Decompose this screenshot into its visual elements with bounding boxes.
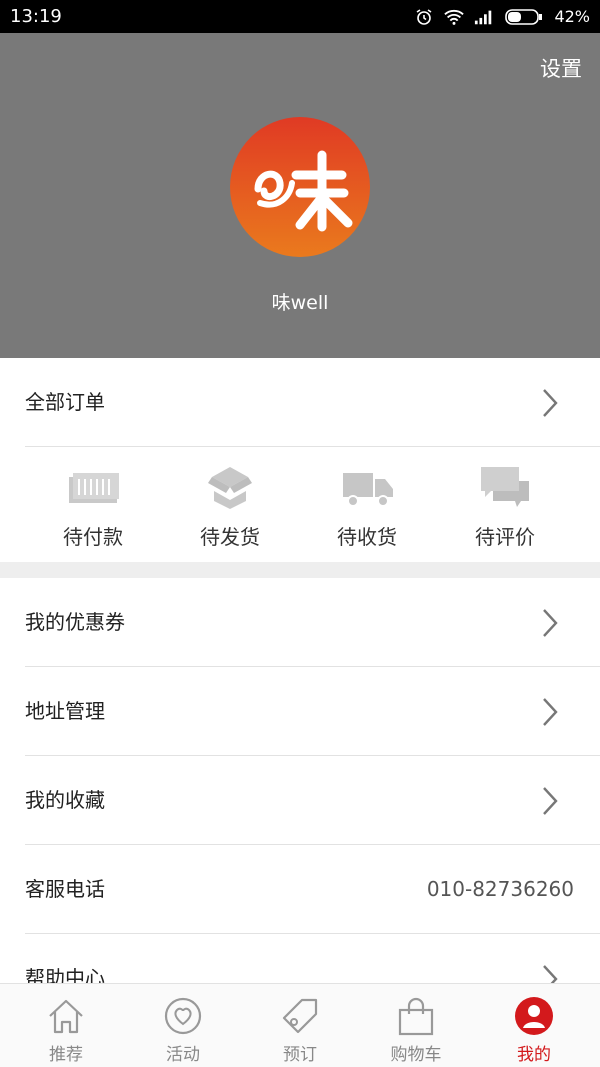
shopping-bag-icon (398, 997, 434, 1036)
tab-label: 购物车 (390, 1045, 442, 1065)
order-status-label: 待评价 (475, 525, 535, 549)
tab-recommend[interactable]: 推荐 (6, 984, 126, 1067)
wei-logo-icon (254, 150, 353, 232)
tab-activity[interactable]: 活动 (123, 984, 243, 1067)
tab-mine[interactable]: 我的 (474, 984, 594, 1067)
order-status-label: 待收货 (337, 525, 397, 549)
order-status-strip: 待付款 待发货 待收货 待评价 (0, 447, 600, 562)
chat-bubbles-icon (481, 467, 529, 507)
tab-label: 预订 (283, 1045, 317, 1065)
all-orders-label: 全部订单 (25, 390, 105, 414)
heart-icon (164, 997, 202, 1035)
signal-icon (474, 7, 494, 27)
tab-booking[interactable]: 预订 (240, 984, 360, 1067)
favorites-row[interactable]: 我的收藏 (0, 756, 600, 845)
favorites-label: 我的收藏 (25, 788, 105, 812)
order-status-label: 待发货 (200, 525, 260, 549)
user-icon (515, 997, 553, 1035)
profile-header: 设置 味well (0, 33, 600, 358)
section-gap (0, 562, 600, 578)
all-orders-row[interactable]: 全部订单 (0, 358, 600, 447)
battery-percent: 42% (554, 7, 590, 26)
tab-cart[interactable]: 购物车 (356, 984, 476, 1067)
chevron-right-icon (543, 389, 558, 417)
truck-icon (343, 473, 393, 507)
tab-label: 活动 (166, 1045, 200, 1065)
tag-icon (282, 998, 318, 1034)
home-icon (49, 999, 83, 1034)
chevron-right-icon (543, 787, 558, 815)
chevron-right-icon (543, 698, 558, 726)
order-status-pending-receipt[interactable]: 待收货 (297, 447, 437, 562)
tab-label: 我的 (517, 1045, 551, 1065)
chevron-right-icon (543, 609, 558, 637)
address-label: 地址管理 (25, 699, 105, 723)
bottom-tab-bar: 推荐 活动 预订 购物车 我的 (0, 983, 600, 1067)
alarm-icon (414, 7, 434, 27)
status-bar: 13:19 42% (0, 0, 600, 33)
address-row[interactable]: 地址管理 (0, 667, 600, 756)
package-icon (208, 467, 252, 509)
order-status-pending-shipment[interactable]: 待发货 (160, 447, 300, 562)
avatar[interactable] (230, 117, 370, 257)
customer-service-row[interactable]: 客服电话 010-82736260 (0, 845, 600, 934)
order-status-label: 待付款 (63, 525, 123, 549)
battery-icon (504, 7, 544, 27)
status-icons: 42% (414, 7, 590, 27)
customer-service-label: 客服电话 (25, 877, 105, 901)
coupons-row[interactable]: 我的优惠券 (0, 578, 600, 667)
banknote-icon (69, 473, 119, 503)
wifi-icon (444, 7, 465, 27)
order-status-pending-review[interactable]: 待评价 (435, 447, 575, 562)
settings-button[interactable]: 设置 (540, 53, 582, 83)
username: 味well (271, 292, 329, 314)
order-status-pending-payment[interactable]: 待付款 (23, 447, 163, 562)
coupons-label: 我的优惠券 (25, 610, 125, 634)
customer-service-phone[interactable]: 010-82736260 (427, 845, 574, 934)
status-time: 13:19 (10, 6, 62, 27)
tab-label: 推荐 (49, 1045, 83, 1065)
